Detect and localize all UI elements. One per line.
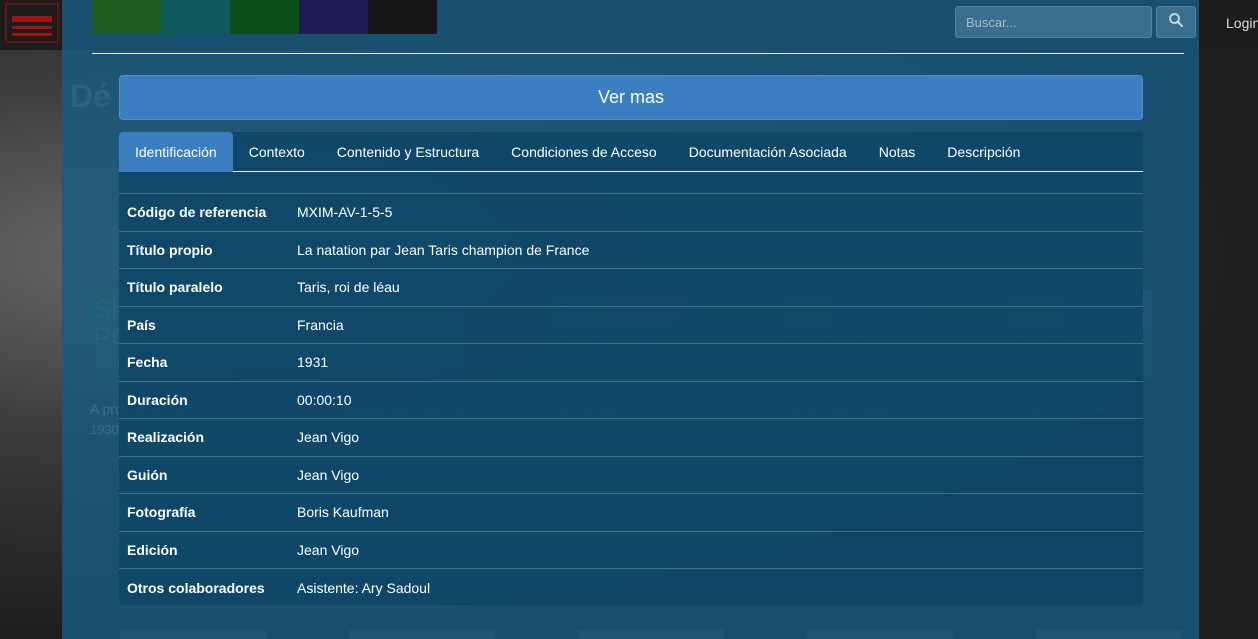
- tab-bar: Identificación Contexto Contenido y Estruc…: [119, 132, 1143, 172]
- tab-contexto[interactable]: Contexto: [233, 132, 321, 172]
- color-swatch: [368, 0, 437, 34]
- field-label: Duración: [127, 391, 188, 408]
- field-value: Taris, roi de léau: [297, 279, 400, 296]
- search-icon: [1168, 12, 1184, 33]
- table-row: Edición Jean Vigo: [119, 531, 1143, 569]
- field-value: Asistente: Ary Sadoul: [297, 579, 431, 596]
- field-label: Título paralelo: [127, 279, 223, 296]
- field-value: MXIM-AV-1-5-5: [297, 204, 393, 221]
- details-panel: Identificación Contexto Contenido y Estruc…: [119, 132, 1143, 605]
- field-label: Edición: [127, 541, 178, 558]
- field-label: Guión: [127, 466, 168, 483]
- tab-documentacion-asociada[interactable]: Documentación Asociada: [673, 132, 863, 172]
- color-swatch: [92, 0, 161, 34]
- header-divider: [92, 53, 1184, 54]
- field-value: La natation par Jean Taris champion de F…: [297, 241, 590, 258]
- login-link[interactable]: Login: [1226, 15, 1258, 31]
- field-value: 00:00:10: [297, 391, 352, 408]
- record-modal: Ver mas IdentificaciónContextoContenido …: [62, 0, 1199, 639]
- field-label: Fecha: [127, 354, 168, 371]
- table-row: Título paralelo Taris, roi de léau: [119, 268, 1143, 307]
- search-button[interactable]: [1156, 6, 1196, 38]
- field-label: Código de referencia: [127, 204, 267, 221]
- field-label: Fotografía: [127, 504, 196, 521]
- field-label: Realización: [127, 429, 205, 446]
- table-row: Guión Jean Vigo: [119, 456, 1143, 494]
- field-value: Francia: [297, 316, 344, 333]
- field-value: Jean Vigo: [297, 541, 360, 558]
- ver-mas-button[interactable]: Ver mas: [119, 75, 1143, 120]
- table-row: Fotografía Boris Kaufman: [119, 493, 1143, 532]
- color-swatch: [161, 0, 230, 34]
- tab-identificacion[interactable]: Identificación: [119, 132, 233, 172]
- identification-table: Código de referencia MXIM-AV-1-5-5 Título …: [119, 193, 1143, 606]
- table-row: Fecha 1931: [119, 343, 1143, 382]
- color-swatches: [92, 0, 437, 34]
- tab-condiciones-de-acceso[interactable]: Condiciones de Acceso: [495, 132, 673, 172]
- table-row: Código de referencia MXIM-AV-1-5-5: [119, 193, 1143, 232]
- tab-descripcion[interactable]: Descripción: [931, 132, 1036, 172]
- color-swatch: [299, 0, 368, 34]
- search-input[interactable]: [955, 6, 1152, 38]
- field-label: País: [127, 316, 156, 333]
- table-row: Otros colaboradores Asistente: Ary Sadoul: [119, 568, 1143, 607]
- field-value: Boris Kaufman: [297, 504, 389, 521]
- field-value: Jean Vigo: [297, 429, 360, 446]
- table-row: Realización Jean Vigo: [119, 418, 1143, 457]
- table-row: Duración 00:00:10: [119, 381, 1143, 419]
- tab-notas[interactable]: Notas: [863, 132, 932, 172]
- tab-contenido-y-estructura[interactable]: Contenido y Estructura: [321, 132, 495, 172]
- field-label: Título propio: [127, 241, 213, 258]
- field-label: Otros colaboradores: [127, 579, 265, 596]
- color-swatch: [230, 0, 299, 34]
- table-row: País Francia: [119, 306, 1143, 344]
- field-value: Jean Vigo: [297, 466, 360, 483]
- field-value: 1931: [297, 354, 329, 371]
- table-row: Título propio La natation par Jean Taris …: [119, 231, 1143, 269]
- site-logo: [4, 2, 60, 44]
